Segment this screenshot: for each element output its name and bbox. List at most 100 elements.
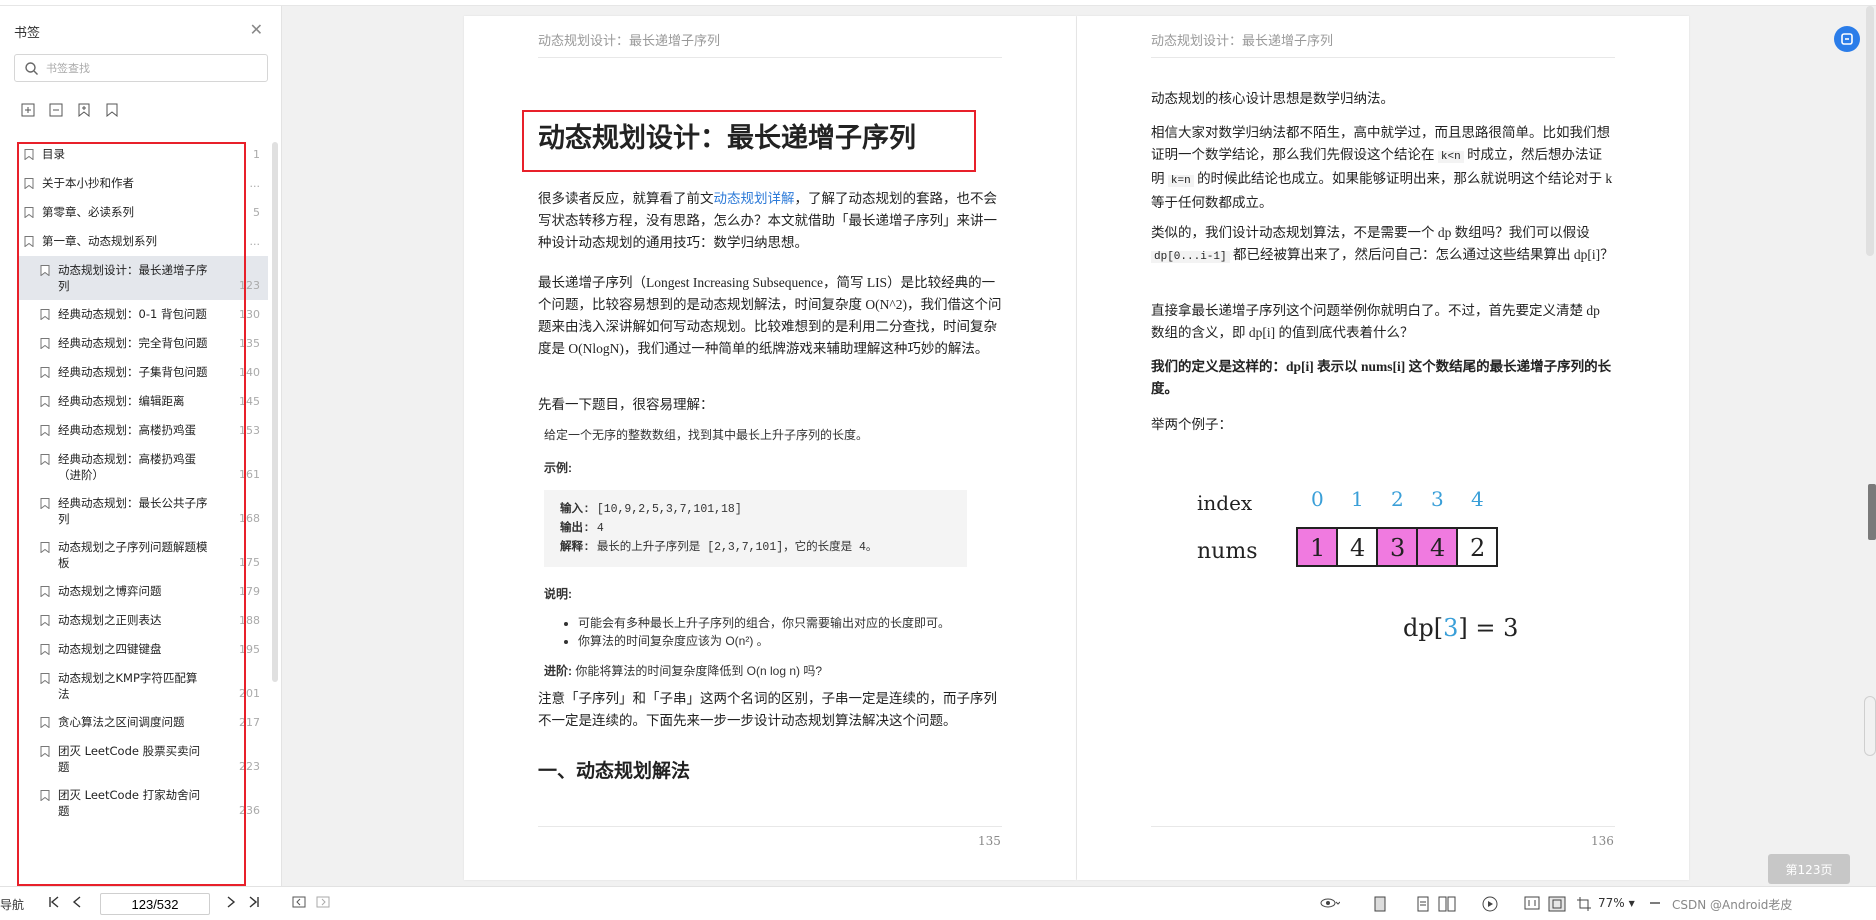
zoom-value: 77%: [1598, 896, 1625, 910]
inline-code: k=n: [1167, 175, 1194, 187]
inline-code: dp[0...i-1]: [1151, 251, 1230, 263]
bookmark-sidebar: 书签 ✕ 目录 1 关于本小抄和作者... 第零章、必读系列 5 第一章、动态规划系列..…: [0, 6, 282, 886]
paragraph: 很多读者反应，就算看了前文动态规划详解，了解了动态规划的套路，也不会写状态转移方…: [538, 188, 1002, 254]
navigation-label[interactable]: 导航: [0, 896, 24, 913]
note-item: 你算法的时间复杂度应该为 O(n²) 。: [578, 632, 972, 650]
expand-all-icon[interactable]: [20, 102, 36, 118]
bookmark-icon: [40, 790, 50, 801]
bookmark-item[interactable]: 经典动态规划：完全背包问题 135: [18, 329, 268, 358]
bookmark-item[interactable]: 动态规划之博弈问题 179: [18, 577, 268, 606]
page-number-input[interactable]: [100, 893, 210, 915]
bookmark-item[interactable]: 动态规划设计：最长递增子序列 123: [18, 256, 268, 300]
play-icon[interactable]: [1482, 896, 1498, 912]
assistant-float-button[interactable]: [1834, 26, 1860, 52]
bookmark-item[interactable]: 动态规划之子序列问题解题模板 175: [18, 533, 268, 577]
bookmark-item[interactable]: 第零章、必读系列 5: [18, 198, 268, 227]
bookmark-item[interactable]: 贪心算法之区间调度问题 217: [18, 708, 268, 737]
bookmark-item[interactable]: 经典动态规划：最长公共子序列 168: [18, 489, 268, 533]
advanced-text: 你能将算法的时间复杂度降低到 O(n log n) 吗?: [575, 664, 823, 678]
bookmark-page: 161: [239, 468, 260, 481]
back-icon[interactable]: [292, 896, 306, 908]
bookmark-item[interactable]: 目录 1: [18, 140, 268, 169]
prev-page-icon[interactable]: [72, 896, 82, 908]
bookmark-item[interactable]: 关于本小抄和作者...: [18, 169, 268, 198]
page-view-icon[interactable]: [1416, 896, 1430, 912]
next-page-icon[interactable]: [226, 896, 236, 908]
crop-icon[interactable]: [1576, 896, 1592, 912]
article-link[interactable]: 动态规划详解: [714, 191, 795, 206]
bookmark-page: 140: [239, 366, 260, 379]
eye-protect-icon[interactable]: [1320, 896, 1340, 910]
bookmark-item[interactable]: 经典动态规划：0-1 背包问题 130: [18, 300, 268, 329]
fit-width-icon[interactable]: [1524, 896, 1540, 910]
bottom-toolbar: 导航 77%▼ CSDN @Android老皮: [0, 886, 1876, 920]
bookmark-label: 动态规划之KMP字符匹配算法: [58, 671, 198, 701]
close-icon[interactable]: ✕: [250, 20, 263, 39]
bookmark-icon: [40, 396, 50, 407]
single-page-icon[interactable]: [1372, 896, 1388, 912]
bookmark-item[interactable]: 第一章、动态规划系列...: [18, 227, 268, 256]
fit-page-icon[interactable]: [1548, 896, 1566, 912]
output-label: 输出:: [560, 522, 590, 535]
goto-page-button[interactable]: 第123页: [1768, 854, 1850, 884]
collapse-all-icon[interactable]: [48, 102, 64, 118]
two-page-icon[interactable]: [1438, 896, 1456, 912]
first-page-icon[interactable]: [48, 896, 60, 908]
bookmark-page: 223: [239, 760, 260, 773]
bookmark-item[interactable]: 经典动态规划：子集背包问题 140: [18, 358, 268, 387]
sidebar-scrollbar[interactable]: [272, 142, 278, 682]
bookmark-label: 经典动态规划：子集背包问题: [58, 365, 208, 379]
bookmark-page: 236: [239, 804, 260, 817]
document-view: 动态规划设计：最长递增子序列 动态规划设计：最长递增子序列 很多读者反应，就算看…: [282, 6, 1876, 886]
bookmark-icon: [40, 717, 50, 728]
text: 类似的，我们设计动态规划算法，不是需要一个 dp 数组吗？我们可以假设: [1151, 225, 1590, 240]
bookmark-item[interactable]: 经典动态规划：高楼扔鸡蛋（进阶） 161: [18, 445, 268, 489]
side-marker: [1868, 484, 1876, 540]
bookmark-search[interactable]: [14, 54, 268, 82]
bookmark-search-input[interactable]: [46, 61, 246, 75]
bookmark-item[interactable]: 团灭 LeetCode 股票买卖问题 223: [18, 737, 268, 781]
bookmark-icon: [40, 265, 50, 276]
bookmark-item[interactable]: 团灭 LeetCode 打家劫舍问题 236: [18, 781, 268, 825]
side-handle[interactable]: [1864, 696, 1876, 756]
bookmark-item[interactable]: 经典动态规划：高楼扔鸡蛋 153: [18, 416, 268, 445]
paragraph: 注意「子序列」和「子串」这两个名词的区别，子串一定是连续的，而子序列不一定是连续…: [538, 691, 997, 728]
bookmark-page: ...: [249, 235, 261, 248]
add-bookmark-icon[interactable]: [76, 102, 92, 118]
forward-icon[interactable]: [316, 896, 330, 908]
dp-figure: index nums dp[3] = 3 0 1 2 3 41 4 3 4 2: [1197, 487, 1518, 642]
text: 的时候此结论也成立。如果能够证明出来，那么就说明这个结论对于 k 等于任何数都成…: [1151, 171, 1613, 210]
zoom-out-icon[interactable]: [1648, 896, 1662, 910]
bookmark-item[interactable]: 动态规划之四键键盘 195: [18, 635, 268, 664]
bookmark-icon[interactable]: [104, 102, 120, 118]
bookmark-page: 175: [239, 556, 260, 569]
section-heading: 一、动态规划解法: [538, 760, 691, 782]
bookmark-label: 经典动态规划：0-1 背包问题: [58, 307, 207, 321]
bookmark-label: 经典动态规划：最长公共子序列: [58, 496, 208, 526]
page-title: 动态规划设计：最长递增子序列: [538, 123, 916, 154]
page-header: 动态规划设计：最长递增子序列: [538, 30, 1002, 58]
last-page-icon[interactable]: [248, 896, 260, 908]
bookmark-label: 第零章、必读系列: [42, 205, 134, 219]
bookmark-page: 5: [253, 206, 260, 219]
bookmark-icon: [24, 236, 34, 247]
bookmark-item[interactable]: 动态规划之KMP字符匹配算法 201: [18, 664, 268, 708]
text: 很多读者反应，就算看了前文: [538, 191, 714, 206]
bookmark-label: 经典动态规划：完全背包问题: [58, 336, 208, 350]
bookmark-item[interactable]: 经典动态规划：编辑距离 145: [18, 387, 268, 416]
index-value: 3: [1431, 487, 1444, 511]
zoom-select[interactable]: 77% ▼: [1598, 896, 1635, 910]
document-scrollbar[interactable]: [1866, 6, 1874, 256]
bookmark-page: 130: [239, 308, 260, 321]
bookmark-icon: [40, 586, 50, 597]
index-value: 0: [1311, 487, 1324, 511]
dp-formula: dp[3] = 3: [1403, 614, 1518, 642]
bookmark-label: 动态规划之博弈问题: [58, 584, 162, 598]
example-code: 输入: [10,9,2,5,3,7,101,18] 输出: 4 解释: 最长的上…: [544, 490, 967, 567]
bookmark-icon: [40, 454, 50, 465]
page-right: 动态规划设计：最长递增子序列 动态规划的核心设计思想是数学归纳法。 相信大家对数…: [1077, 16, 1689, 880]
bookmark-label: 动态规划之子序列问题解题模板: [58, 540, 208, 570]
bookmark-label: 动态规划之四键键盘: [58, 642, 162, 656]
text: 都已经被算出来了，然后问自己：怎么通过这些结果算出 dp[i]？: [1233, 247, 1614, 262]
bookmark-item[interactable]: 动态规划之正则表达 188: [18, 606, 268, 635]
